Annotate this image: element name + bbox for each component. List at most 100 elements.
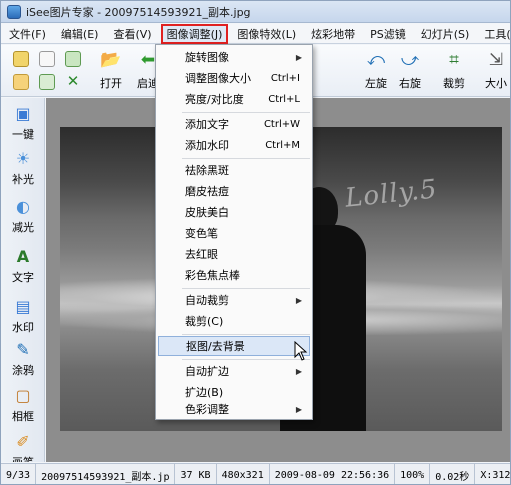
menu-item-resize-image[interactable]: 调整图像大小 Ctrl+I (158, 68, 310, 88)
menu-item-label: 彩色焦点棒 (185, 269, 240, 282)
menu-file[interactable]: 文件(F) (3, 24, 52, 44)
menu-item-brightness-contrast[interactable]: 亮度/对比度 Ctrl+L (158, 89, 310, 109)
status-filesize: 37 KB (175, 464, 217, 484)
rotate-right-icon: ⤻ (400, 50, 420, 70)
one-click-icon: ▣ (15, 103, 31, 123)
rotate-left-button[interactable]: ⤺ 左旋 (357, 49, 395, 93)
menu-item-color-adjust[interactable]: 色彩调整 ▶ (158, 399, 310, 419)
sidebar-label: 文字 (12, 271, 34, 284)
menu-item-label: 添加文字 (185, 118, 229, 131)
sidebar-item-frame[interactable]: ▢ 相框 (3, 384, 43, 424)
open-folder-icon: 📂 (100, 50, 122, 70)
menu-ps-filters[interactable]: PS滤镜 (364, 24, 412, 44)
settings-small-icon[interactable] (65, 51, 81, 67)
status-dimensions: 480x321 (217, 464, 270, 484)
menu-item-add-text[interactable]: 添加文字 Ctrl+W (158, 114, 310, 134)
menu-item-label: 旋转图像 (185, 51, 229, 64)
menu-item-color-pen[interactable]: 变色笔 (158, 223, 310, 243)
text-icon: A (16, 246, 30, 266)
menu-item-label: 变色笔 (185, 227, 218, 240)
sidebar-item-fill-light[interactable]: ☀ 补光 (3, 147, 43, 187)
sidebar-label: 减光 (12, 221, 34, 234)
menu-item-remove-spots[interactable]: 祛除黑斑 (158, 160, 310, 180)
rotate-right-button[interactable]: ⤻ 右旋 (391, 49, 429, 93)
rotate-left-icon: ⤺ (366, 50, 386, 70)
menu-slideshow[interactable]: 幻灯片(S) (415, 24, 476, 44)
resize-icon: ⇲ (488, 50, 504, 70)
submenu-arrow-icon: ▶ (295, 295, 302, 305)
menu-item-color-focus[interactable]: 彩色焦点棒 (158, 265, 310, 285)
sidebar-item-one-click[interactable]: ▣ 一键 (3, 102, 43, 142)
window-title: iSee图片专家 - 20097514593921_副本.jpg (26, 5, 251, 19)
menu-item-add-watermark[interactable]: 添加水印 Ctrl+M (158, 135, 310, 155)
status-datetime: 2009-08-09 22:56:36 (270, 464, 396, 484)
brush-icon: ✐ (16, 431, 30, 451)
submenu-arrow-icon: ▶ (295, 366, 302, 376)
menu-item-rotate-image[interactable]: 旋转图像 ▶ (158, 47, 310, 67)
menu-image-effects[interactable]: 图像特效(L) (231, 24, 302, 44)
sidebar-label: 补光 (12, 173, 34, 186)
mouse-cursor-icon (294, 341, 308, 361)
watermark-icon: ▤ (15, 296, 31, 316)
menu-view[interactable]: 查看(V) (107, 24, 157, 44)
status-coords: X:312 (475, 464, 510, 484)
menu-item-shortcut: Ctrl+I (270, 72, 300, 84)
menu-item-crop[interactable]: 裁剪(C) (158, 311, 310, 331)
menu-item-label: 亮度/对比度 (185, 93, 244, 106)
sidebar-item-reduce-light[interactable]: ◐ 减光 (3, 195, 43, 235)
menu-item-smooth-skin[interactable]: 磨皮祛痘 (158, 181, 310, 201)
crop-button[interactable]: ⌗ 裁剪 (435, 49, 473, 93)
left-sidebar: ▣ 一键 ☀ 补光 ◐ 减光 A 文字 ▤ 水印 ✎ 涂鸦 ▢ 相框 ✐ 画笔 (1, 98, 45, 462)
resize-button[interactable]: ⇲ 大小 (477, 49, 510, 93)
title-bar: iSee图片专家 - 20097514593921_副本.jpg (1, 1, 510, 23)
status-load-time: 0.02秒 (430, 464, 476, 484)
sidebar-label: 一键 (12, 128, 34, 141)
menu-image-adjust[interactable]: 图像调整(J) (160, 23, 229, 44)
menu-item-shortcut: Ctrl+M (265, 139, 300, 151)
frame-icon: ▢ (15, 385, 31, 405)
menu-item-auto-border[interactable]: 自动扩边 ▶ (158, 361, 310, 381)
menu-item-cutout-remove-background[interactable]: 抠图/去背景 (158, 336, 310, 356)
status-filename: 20097514593921_副本.jp (36, 464, 176, 484)
sidebar-item-watermark[interactable]: ▤ 水印 (3, 295, 43, 335)
menu-item-label: 磨皮祛痘 (185, 185, 229, 198)
delete-x-icon[interactable]: ✕ (65, 74, 81, 90)
sidebar-item-brush[interactable]: ✐ 画笔 (3, 430, 43, 463)
open-button[interactable]: 📂 打开 (92, 49, 130, 93)
menu-item-whiten-skin[interactable]: 皮肤美白 (158, 202, 310, 222)
menu-separator (182, 334, 310, 335)
menu-item-label: 调整图像大小 (185, 72, 251, 85)
status-index: 9/33 (1, 464, 37, 484)
menu-tools[interactable]: 工具(T) (478, 24, 510, 44)
image-adjust-dropdown: 旋转图像 ▶ 调整图像大小 Ctrl+I 亮度/对比度 Ctrl+L 添加文字 … (155, 44, 313, 420)
menu-item-label: 裁剪(C) (185, 315, 224, 328)
menu-item-label: 去红眼 (185, 248, 218, 261)
menu-item-label: 抠图/去背景 (186, 340, 245, 353)
open-label: 打开 (100, 77, 122, 90)
sidebar-label: 相框 (12, 410, 34, 423)
sidebar-item-doodle[interactable]: ✎ 涂鸦 (3, 338, 43, 378)
doodle-icon: ✎ (16, 339, 30, 359)
sidebar-item-text[interactable]: A 文字 (3, 245, 43, 285)
copy-small-icon[interactable] (13, 74, 29, 90)
crop-icon: ⌗ (449, 50, 459, 70)
move-small-icon[interactable] (39, 74, 55, 90)
menu-edit[interactable]: 编辑(E) (55, 24, 105, 44)
menu-item-label: 自动扩边 (185, 365, 229, 378)
fill-light-icon: ☀ (15, 148, 31, 168)
reduce-light-icon: ◐ (16, 196, 30, 216)
menu-color-zone[interactable]: 炫彩地带 (305, 24, 361, 44)
open-small-icon[interactable] (13, 51, 29, 67)
submenu-arrow-icon: ▶ (295, 52, 302, 62)
menu-bar: 文件(F) 编辑(E) 查看(V) 图像调整(J) 图像特效(L) 炫彩地带 P… (1, 23, 510, 44)
menu-item-red-eye[interactable]: 去红眼 (158, 244, 310, 264)
status-zoom: 100% (395, 464, 431, 484)
hand-icon[interactable] (39, 51, 55, 67)
menu-item-auto-crop[interactable]: 自动裁剪 ▶ (158, 290, 310, 310)
menu-item-shortcut: Ctrl+W (263, 118, 300, 130)
rotate-right-label: 右旋 (399, 77, 421, 90)
sidebar-label: 涂鸦 (12, 364, 34, 377)
sidebar-label: 画笔 (12, 454, 34, 462)
sidebar-label: 水印 (12, 321, 34, 334)
menu-item-label: 添加水印 (185, 139, 229, 152)
